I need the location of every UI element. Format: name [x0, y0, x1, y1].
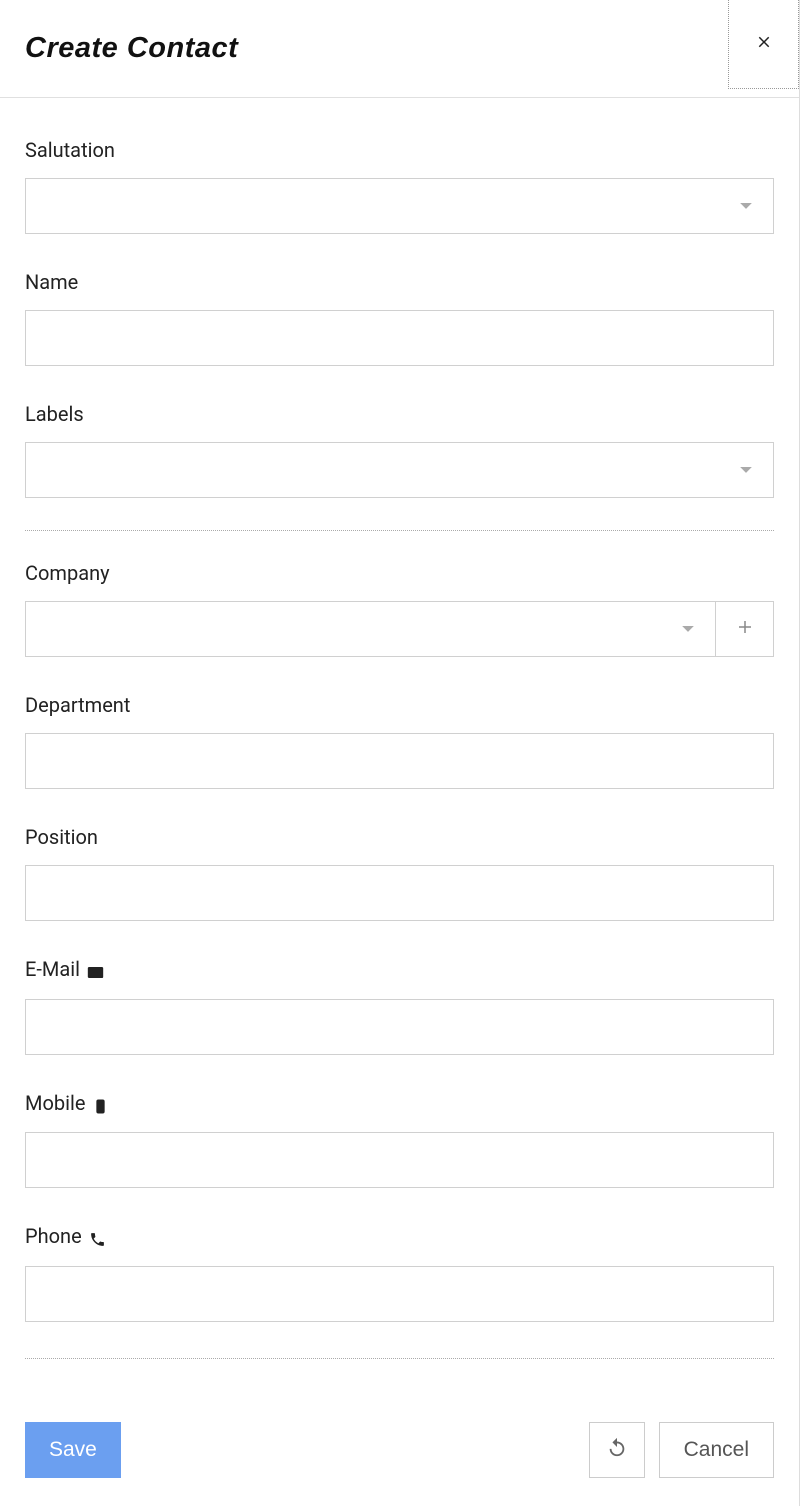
salutation-label: Salutation	[25, 138, 774, 162]
close-button[interactable]	[728, 0, 799, 89]
cancel-button[interactable]: Cancel	[659, 1422, 774, 1478]
save-button[interactable]: Save	[25, 1422, 121, 1478]
field-labels: Labels	[25, 402, 774, 498]
position-input[interactable]	[25, 865, 774, 921]
phone-input[interactable]	[25, 1266, 774, 1322]
name-input[interactable]	[25, 310, 774, 366]
close-icon	[755, 33, 773, 55]
chevron-down-icon	[681, 620, 695, 639]
labels-label: Labels	[25, 402, 774, 426]
mobile-input[interactable]	[25, 1132, 774, 1188]
labels-select[interactable]	[25, 442, 774, 498]
mobile-label: Mobile	[25, 1091, 774, 1117]
section-divider	[25, 530, 774, 531]
phone-label: Phone	[25, 1224, 774, 1250]
email-label: E-Mail	[25, 957, 774, 983]
department-input[interactable]	[25, 733, 774, 789]
modal-body: Salutation Name Labels	[0, 98, 799, 1404]
chevron-down-icon	[739, 197, 753, 216]
company-label: Company	[25, 561, 774, 585]
field-mobile: Mobile	[25, 1091, 774, 1189]
phone-icon	[89, 1226, 106, 1250]
field-phone: Phone	[25, 1224, 774, 1322]
name-label: Name	[25, 270, 774, 294]
modal-title: Create Contact	[0, 32, 238, 65]
field-email: E-Mail	[25, 957, 774, 1055]
section-divider	[25, 1358, 774, 1359]
modal-header: Create Contact	[0, 0, 799, 98]
create-contact-modal: Create Contact Salutation Name Labels	[0, 0, 800, 1506]
company-select[interactable]	[25, 601, 716, 657]
field-salutation: Salutation	[25, 138, 774, 234]
chevron-down-icon	[739, 461, 753, 480]
field-company: Company	[25, 561, 774, 657]
add-company-button[interactable]	[716, 601, 774, 657]
field-department: Department	[25, 693, 774, 789]
plus-icon	[736, 618, 754, 640]
field-position: Position	[25, 825, 774, 921]
department-label: Department	[25, 693, 774, 717]
envelope-icon	[87, 959, 104, 983]
reset-button[interactable]	[589, 1422, 645, 1478]
position-label: Position	[25, 825, 774, 849]
undo-icon	[606, 1436, 628, 1464]
email-input[interactable]	[25, 999, 774, 1055]
salutation-select[interactable]	[25, 178, 774, 234]
mobile-icon	[92, 1092, 109, 1116]
field-name: Name	[25, 270, 774, 366]
modal-footer: Save Cancel	[0, 1404, 799, 1506]
